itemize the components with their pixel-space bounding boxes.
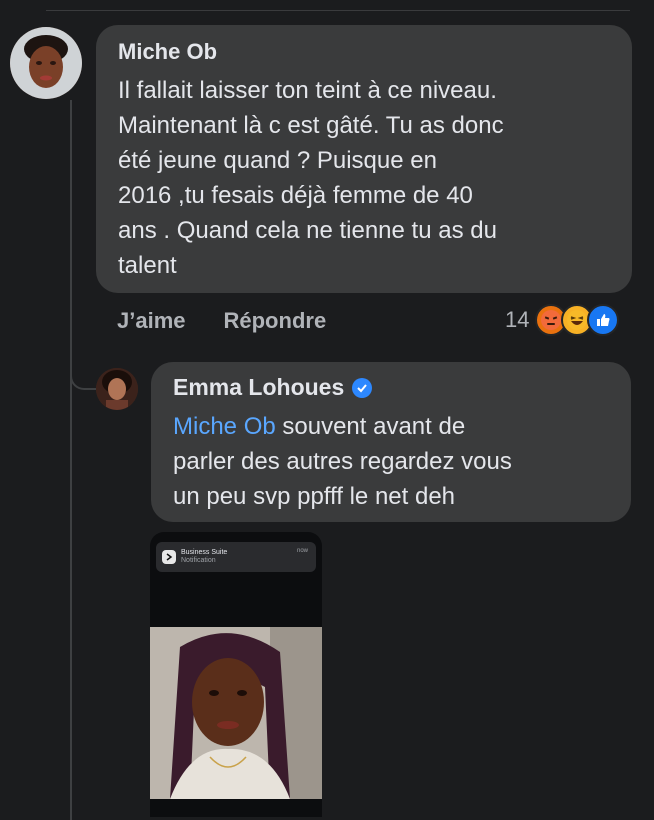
- reply-author-row: Emma Lohoues: [173, 374, 373, 401]
- mention-link[interactable]: Miche Ob: [173, 413, 276, 440]
- reply-author[interactable]: Emma Lohoues: [173, 374, 344, 401]
- notification-card: Business Suite Notification now: [156, 542, 316, 572]
- attachment-photo: [150, 627, 322, 799]
- reply-text: Miche Ob souvent avant de parler des aut…: [173, 409, 628, 514]
- notification-title: Business Suite: [181, 549, 228, 556]
- thread-line: [70, 100, 72, 820]
- portrait-photo-icon: [150, 627, 322, 799]
- reply-avatar[interactable]: [96, 368, 138, 410]
- business-suite-icon: [162, 550, 176, 564]
- reply-button[interactable]: Répondre: [224, 308, 327, 334]
- notification-time: now: [296, 548, 308, 554]
- comment-actions: J’aime Répondre: [117, 308, 326, 334]
- reply-attachment-image[interactable]: Business Suite Notification now: [150, 532, 322, 817]
- comment-bubble: Miche Ob Il fallait laisser ton teint à …: [96, 25, 632, 293]
- verified-badge-icon: [352, 377, 373, 398]
- avatar[interactable]: [10, 27, 82, 99]
- reaction-count: 14: [505, 307, 530, 332]
- reaction-summary[interactable]: 14: [505, 304, 620, 336]
- like-button[interactable]: J’aime: [117, 308, 186, 334]
- like-reaction-icon: [587, 304, 620, 336]
- comment-author[interactable]: Miche Ob: [118, 39, 217, 65]
- notification-subtitle: Notification: [181, 557, 216, 564]
- notification-text: Business Suite Notification: [181, 549, 227, 565]
- top-divider: [46, 10, 630, 11]
- comment-text: Il fallait laisser ton teint à ce niveau…: [118, 77, 504, 279]
- reply-connector: [70, 300, 98, 390]
- reply-bubble: Emma Lohoues Miche Ob souvent avant de p…: [151, 362, 631, 522]
- avatar-photo-icon: [10, 27, 82, 99]
- reply-avatar-photo-icon: [96, 368, 138, 410]
